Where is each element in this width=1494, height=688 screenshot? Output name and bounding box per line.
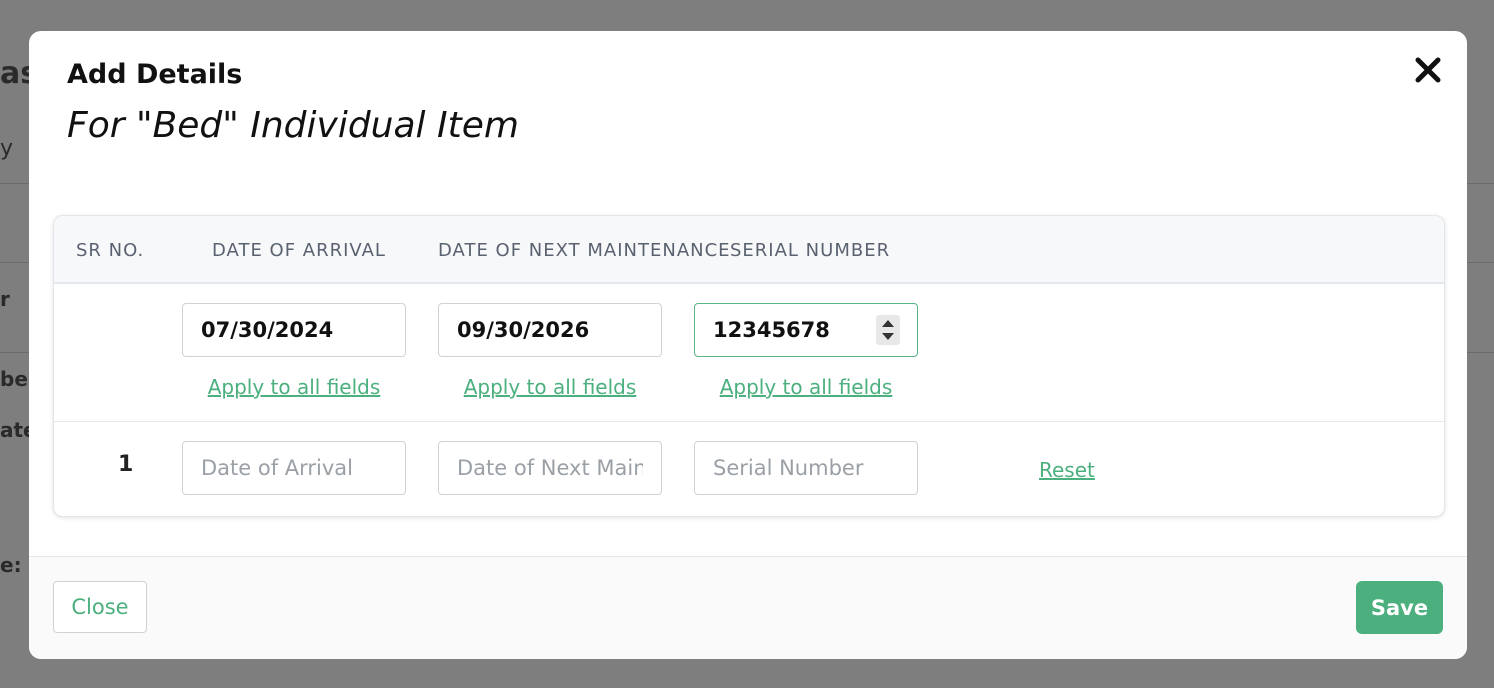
header-date-of-next-maintenance: DATE OF NEXT MAINTENANCE [438, 240, 731, 261]
date-of-arrival-input[interactable] [182, 441, 406, 495]
header-sr-no: SR NO. [76, 240, 145, 261]
table-header: SR NO. DATE OF ARRIVAL DATE OF NEXT MAIN… [54, 216, 1444, 284]
apply-to-all-maintenance-link[interactable]: Apply to all fields [438, 375, 662, 399]
date-of-next-maintenance-input[interactable] [438, 441, 662, 495]
close-button[interactable]: Close [53, 581, 147, 633]
serial-number-input[interactable] [694, 441, 918, 495]
modal-subtitle: For "Bed" Individual Item [67, 105, 519, 146]
background-text: be [0, 367, 28, 391]
modal-header: Add Details For "Bed" Individual Item [29, 31, 1467, 181]
close-x-icon[interactable] [1413, 55, 1443, 85]
table-row: 1 Reset [54, 422, 1444, 516]
reset-link[interactable]: Reset [1039, 458, 1095, 482]
background-text: y [0, 136, 14, 161]
modal-footer: Close Save [29, 556, 1467, 659]
apply-to-all-serial-link[interactable]: Apply to all fields [694, 375, 918, 399]
add-details-modal: Add Details For "Bed" Individual Item SR… [29, 31, 1467, 659]
apply-serial-number-wrapper [694, 303, 918, 357]
apply-row: Apply to all fields Apply to all fields … [54, 284, 1444, 422]
details-table: SR NO. DATE OF ARRIVAL DATE OF NEXT MAIN… [53, 215, 1445, 517]
row-sr-no: 1 [118, 452, 134, 477]
header-date-of-arrival: DATE OF ARRIVAL [212, 240, 386, 261]
stepper-arrows-icon [882, 320, 894, 340]
apply-to-all-arrival-link[interactable]: Apply to all fields [182, 375, 406, 399]
apply-date-of-next-maintenance-input[interactable] [438, 303, 662, 357]
header-serial-number: SERIAL NUMBER [730, 240, 891, 261]
background-text: r [0, 287, 10, 311]
apply-date-of-arrival-input[interactable] [182, 303, 406, 357]
number-stepper[interactable] [876, 315, 900, 345]
modal-title: Add Details [67, 59, 243, 90]
save-button[interactable]: Save [1356, 581, 1443, 634]
